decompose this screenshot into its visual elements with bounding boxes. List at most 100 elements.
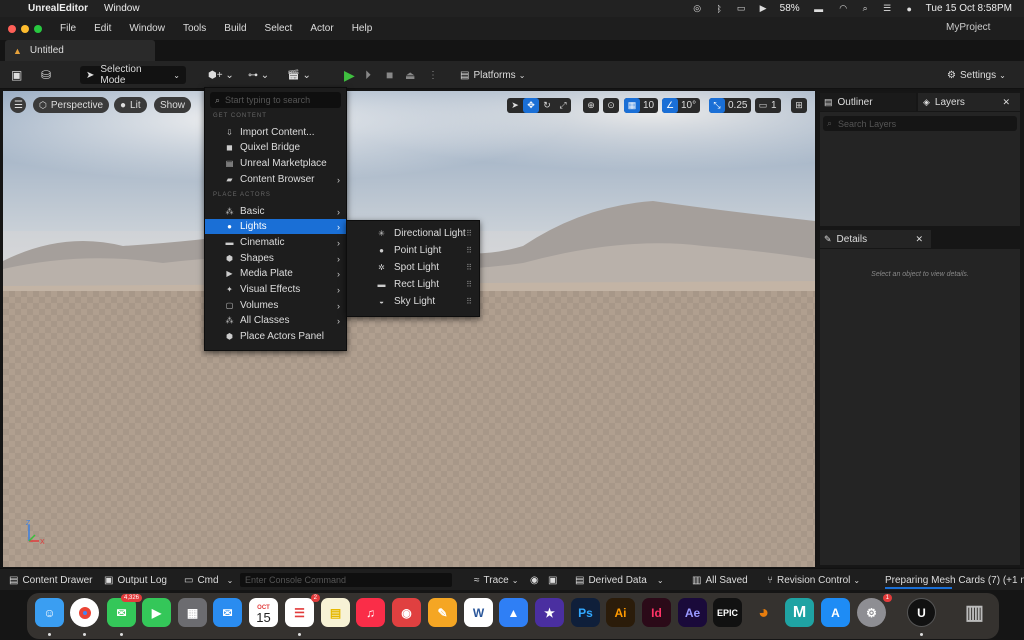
menu-item-all-classes[interactable]: ⁂ All Classes › [205, 313, 346, 328]
wifi-icon[interactable]: ◠ [838, 3, 849, 13]
world-space-icon[interactable]: ⊕ [583, 98, 599, 113]
rotation-snap-toggle[interactable]: ∠ 10° [662, 98, 701, 113]
photo-booth-icon[interactable]: ◉ [392, 598, 421, 627]
spotlight-search-icon[interactable]: ⌕ [860, 3, 871, 13]
level-viewport[interactable]: Z X [3, 91, 815, 567]
light-item-directional[interactable]: ✳ Directional Light ⠿ [347, 225, 479, 242]
menu-edit[interactable]: Edit [94, 23, 111, 34]
lit-button[interactable]: ● Lit [114, 97, 147, 113]
cinematics-button[interactable]: 🎬︎ ⌄ [287, 66, 311, 84]
light-item-sky[interactable]: ◒ Sky Light ⠿ [347, 293, 479, 310]
drag-handle-icon[interactable]: ⠿ [466, 280, 472, 289]
progress-status[interactable]: Preparing Mesh Cards (7) (+1 mo [885, 573, 1024, 587]
light-item-spot[interactable]: ✲ Spot Light ⠿ [347, 259, 479, 276]
bluetooth-icon[interactable]: ᛒ [714, 4, 725, 14]
imovie-icon[interactable]: ★ [535, 598, 564, 627]
menu-tools[interactable]: Tools [183, 23, 206, 34]
menu-file[interactable]: File [60, 23, 76, 34]
calendar-icon[interactable]: OCT 15 [249, 598, 278, 627]
window-menu[interactable]: Window [104, 3, 140, 14]
epic-games-icon[interactable]: EPIC [713, 598, 742, 627]
control-center-icon[interactable]: ☰ [882, 3, 893, 13]
console-command-input[interactable]: Enter Console Command [240, 573, 452, 587]
all-saved-button[interactable]: ▥ All Saved [692, 573, 748, 587]
close-icon[interactable]: ✕ [1002, 97, 1010, 108]
blueprint-button[interactable]: ⊶ ⌄ [248, 66, 269, 84]
tab-untitled[interactable]: ▲ Untitled [5, 40, 155, 61]
keynote-icon[interactable]: ▲ [499, 598, 528, 627]
datetime[interactable]: Tue 15 Oct 8:58PM [926, 3, 1012, 14]
minimize-window-button[interactable] [21, 24, 29, 33]
play-button[interactable]: ▶ [344, 66, 355, 84]
music-icon[interactable]: ♫ [356, 598, 385, 627]
derived-data-dropdown[interactable]: ▤ Derived Data ⌄ [575, 573, 664, 587]
play-icon[interactable]: ▶ [758, 3, 769, 13]
tab-layers[interactable]: ◈ Layers ✕ [918, 93, 1020, 111]
menu-build[interactable]: Build [224, 23, 246, 34]
record-icon[interactable]: ◉ [530, 573, 539, 587]
light-item-point[interactable]: ● Point Light ⠿ [347, 242, 479, 259]
menu-item-content-browser[interactable]: ▰ Content Browser › [205, 172, 346, 187]
scale-tool-icon[interactable]: ⤢ [555, 98, 571, 113]
finder-icon[interactable]: ☺ [35, 598, 64, 627]
close-window-button[interactable] [8, 24, 16, 33]
menu-item-import[interactable]: ⇩ Import Content... [205, 125, 346, 140]
save-icon[interactable]: ▣ [11, 66, 22, 84]
rotate-tool-icon[interactable]: ↻ [539, 98, 555, 113]
menu-item-marketplace[interactable]: ▤ Unreal Marketplace [205, 156, 346, 171]
menu-window[interactable]: Window [129, 23, 165, 34]
eject-button[interactable]: ⏏ [405, 66, 415, 84]
tab-details[interactable]: ✎ Details ✕ [820, 230, 931, 248]
content-drawer-button[interactable]: ▤ Content Drawer [9, 573, 92, 587]
system-settings-icon[interactable]: ⚙ 1 [857, 594, 892, 627]
camera-speed-button[interactable]: ▭ 1 [755, 98, 781, 113]
menu-item-shapes[interactable]: ⬢ Shapes › [205, 251, 346, 266]
illustrator-icon[interactable]: Ai [606, 598, 635, 627]
scale-snap-toggle[interactable]: ⤡ 0.25 [709, 98, 752, 113]
pages-icon[interactable]: ✎ [428, 598, 457, 627]
selection-mode-dropdown[interactable]: ➤ Selection Mode ⌄ [80, 64, 186, 86]
siri-icon[interactable]: ● [904, 4, 915, 14]
after-effects-icon[interactable]: Ae [678, 598, 707, 627]
stop-button[interactable]: ■ [386, 66, 393, 84]
drag-handle-icon[interactable]: ⠿ [466, 246, 472, 255]
revision-control-dropdown[interactable]: ⑂ Revision Control ⌄ [767, 573, 860, 587]
source-control-icon[interactable]: ⛁ [41, 66, 51, 84]
settings-dropdown[interactable]: ⚙ Settings ⌄ [947, 66, 1006, 84]
messages-icon[interactable]: ✉ 4,326 [107, 594, 142, 627]
reminders-icon[interactable]: ☰ 2 [285, 594, 320, 627]
zoom-window-button[interactable] [34, 24, 42, 33]
menu-item-media-plate[interactable]: ▶ Media Plate › [205, 266, 346, 281]
menu-item-quixel[interactable]: ◼ Quixel Bridge [205, 140, 346, 155]
battery-icon[interactable]: ▬ [811, 4, 827, 14]
perspective-button[interactable]: ⬡ Perspective [33, 97, 110, 113]
select-tool-icon[interactable]: ➤ [507, 98, 523, 113]
step-button[interactable]: ⏵ [365, 66, 371, 84]
add-actor-button[interactable]: ⬢+ ⌄ [208, 66, 234, 84]
show-button[interactable]: Show [154, 97, 192, 113]
indesign-icon[interactable]: Id [642, 598, 671, 627]
menu-item-basic[interactable]: ⁂ Basic › [205, 204, 346, 219]
menu-item-lights[interactable]: ● Lights › [205, 219, 346, 234]
tab-outliner[interactable]: ▤ Outliner [820, 93, 916, 111]
display-icon[interactable]: ▭ [736, 3, 747, 13]
light-item-rect[interactable]: ▬ Rect Light ⠿ [347, 276, 479, 293]
maya-icon[interactable]: M [785, 598, 814, 627]
drag-handle-icon[interactable]: ⠿ [466, 229, 472, 238]
menu-item-visual-effects[interactable]: ✦ Visual Effects › [205, 282, 346, 297]
unreal-engine-icon[interactable]: U [907, 598, 936, 627]
viewport-layout-icon[interactable]: ⊞ [791, 98, 807, 113]
output-log-button[interactable]: ▣ Output Log [104, 573, 167, 587]
play-options-button[interactable]: ⋮ [428, 66, 438, 84]
mail-icon[interactable]: ✉ [213, 598, 242, 627]
trash-icon[interactable]: ▥ [960, 598, 989, 627]
app-store-icon[interactable]: A [821, 598, 850, 627]
platforms-dropdown[interactable]: ▤ Platforms ⌄ [460, 66, 525, 84]
viewport-options-button[interactable]: ☰ [10, 97, 26, 113]
creative-cloud-icon[interactable]: ◎ [692, 3, 703, 13]
notes-icon[interactable]: ▤ [321, 598, 350, 627]
menu-search-input[interactable]: ⌕ Start typing to search [210, 92, 341, 108]
grid-snap-toggle[interactable]: ▦ 10 [624, 98, 659, 113]
facetime-icon[interactable]: ▶ [142, 598, 171, 627]
photoshop-icon[interactable]: Ps [571, 598, 600, 627]
